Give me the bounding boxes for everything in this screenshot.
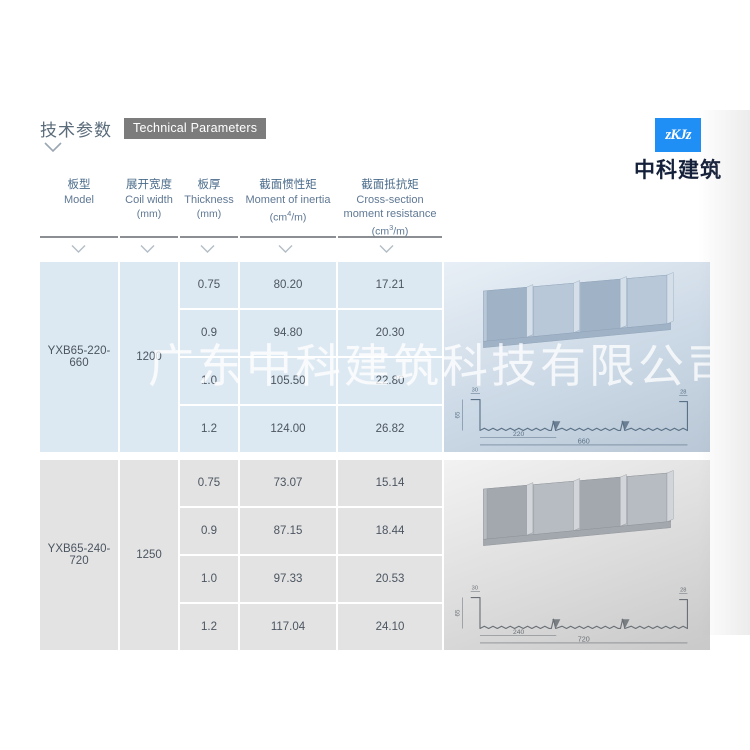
cell-thickness: 0.75 (180, 460, 238, 506)
cell-section-resistance: 24.10 (338, 604, 442, 650)
cell-section-resistance: 18.44 (338, 508, 442, 554)
column-header-3: 板厚 Thickness (mm) (180, 176, 238, 238)
cell-thickness: 0.75 (180, 262, 238, 308)
svg-text:28: 28 (680, 587, 686, 593)
cell-thickness: 1.2 (180, 604, 238, 650)
cell-moment-of-inertia: 97.33 (240, 556, 336, 602)
column-header-unit: (cm4/m) (269, 209, 307, 224)
column-chevron-down-icon-2[interactable] (119, 238, 176, 258)
table-block: YXB65-240-720 1250 0.75 73.07 15.14 0.9 87.15 1… (40, 460, 710, 650)
column-header-cn: 展开宽度 (126, 179, 172, 191)
column-header-en: Model (64, 194, 94, 206)
column-chevron-down-icon-1[interactable] (40, 238, 117, 258)
column-header-1: 板型 Model (40, 176, 118, 238)
column-header-cn: 截面惯性矩 (259, 179, 317, 191)
cell-thickness: 1.0 (180, 556, 238, 602)
column-header-4: 截面惯性矩 Moment of inertia (cm4/m) (240, 176, 336, 238)
panel-perspective-illustration (444, 462, 710, 570)
column-header-cn: 板型 (67, 179, 91, 191)
cell-moment-of-inertia: 124.00 (240, 406, 336, 452)
svg-text:720: 720 (578, 634, 590, 643)
svg-text:240: 240 (513, 629, 524, 636)
cell-moment-of-inertia: 73.07 (240, 460, 336, 506)
logo-mark-text: zKJz (665, 126, 691, 143)
column-header-unit: (mm) (196, 208, 222, 220)
section-title: 技术参数 Technical Parameters (40, 116, 267, 141)
svg-text:220: 220 (513, 431, 524, 438)
cell-section-resistance: 20.30 (338, 310, 442, 356)
profile-diagram-720: 65 30 28 240 720 (444, 460, 710, 650)
cell-moment-of-inertia: 87.15 (240, 508, 336, 554)
cell-model: YXB65-220-660 (40, 262, 118, 452)
cell-thickness: 0.9 (180, 310, 238, 356)
svg-text:30: 30 (472, 585, 478, 591)
column-header-en: Cross-section moment resistance (343, 194, 437, 220)
cell-section-resistance: 20.53 (338, 556, 442, 602)
svg-text:30: 30 (472, 387, 478, 393)
cell-section-resistance: 17.21 (338, 262, 442, 308)
cell-section-resistance: 22.80 (338, 358, 442, 404)
column-chevron-down-icon-3[interactable] (179, 238, 236, 258)
cell-model: YXB65-240-720 (40, 460, 118, 650)
column-header-cn: 截面抵抗矩 (361, 179, 419, 191)
cell-section-resistance: 26.82 (338, 406, 442, 452)
column-header-unit: (cm3/m) (371, 223, 409, 238)
cell-moment-of-inertia: 94.80 (240, 310, 336, 356)
company-logo: zKJz 中科建筑 (624, 118, 732, 184)
cell-section-resistance: 15.14 (338, 460, 442, 506)
svg-text:65: 65 (454, 609, 461, 616)
cell-thickness: 1.2 (180, 406, 238, 452)
page-root: 技术参数 Technical Parameters zKJz 中科建筑 板型 Mo… (0, 0, 750, 750)
column-header-unit: (mm) (136, 208, 162, 220)
column-header-cn: 板厚 (197, 179, 221, 191)
panel-perspective-illustration (444, 264, 710, 372)
section-title-badge: Technical Parameters (124, 118, 267, 139)
cell-coil-width: 1250 (120, 460, 178, 650)
cell-thickness: 0.9 (180, 508, 238, 554)
cell-coil-width: 1200 (120, 262, 178, 452)
cell-thickness: 1.0 (180, 358, 238, 404)
column-chevron-down-icon-5[interactable] (335, 238, 438, 258)
column-header-en: Moment of inertia (245, 194, 331, 206)
panel-cross-section-drawing: 65 30 28 220 660 (448, 382, 706, 448)
header-chevron-row (40, 238, 440, 258)
section-chevron-down-icon[interactable] (42, 140, 64, 154)
table-block: YXB65-220-660 1200 0.75 80.20 17.21 0.9 94.80 2… (40, 262, 710, 452)
svg-text:65: 65 (454, 411, 461, 418)
logo-company-name: 中科建筑 (634, 158, 722, 182)
column-header-5: 截面抵抗矩 Cross-section moment resistance (cm3… (338, 176, 442, 238)
column-header-en: Coil width (125, 194, 173, 206)
cell-moment-of-inertia: 80.20 (240, 262, 336, 308)
column-header-en: Thickness (184, 194, 234, 206)
profile-diagram-660: 65 30 28 220 660 (444, 262, 710, 452)
column-header-2: 展开宽度 Coil width (mm) (120, 176, 178, 238)
cell-moment-of-inertia: 105.50 (240, 358, 336, 404)
svg-text:28: 28 (680, 389, 686, 395)
cell-moment-of-inertia: 117.04 (240, 604, 336, 650)
logo-mark-icon: zKJz (655, 118, 701, 152)
svg-text:660: 660 (578, 436, 590, 445)
panel-cross-section-drawing: 65 30 28 240 720 (448, 580, 706, 646)
section-title-cn: 技术参数 (40, 121, 112, 140)
column-chevron-down-icon-4[interactable] (238, 238, 333, 258)
